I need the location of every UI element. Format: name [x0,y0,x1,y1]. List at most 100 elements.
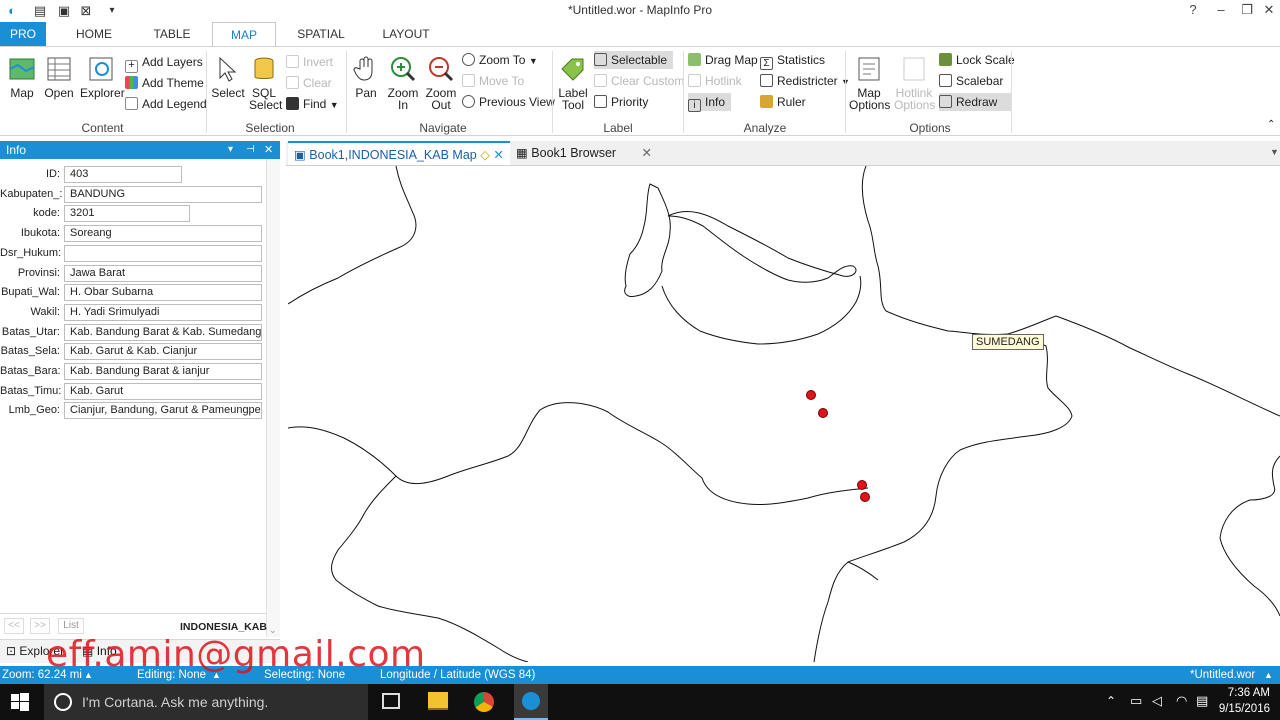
mapinfo-taskbar-button[interactable] [514,684,548,720]
prev-record-button[interactable]: << [4,618,24,634]
add-legend-button[interactable]: Add Legend [125,95,207,113]
zoom-in-icon [391,57,416,82]
field-label: Ibukota: [20,227,60,240]
status-workspace[interactable]: *Untitled.wor [1190,666,1255,684]
map-button[interactable]: Map [4,55,40,99]
keyboard-icon[interactable]: ▤ [1196,693,1208,709]
plus-icon: + [125,60,138,73]
help-icon[interactable]: ? [1180,2,1206,20]
tab-table[interactable]: TABLE [144,22,200,47]
lock-scale-button[interactable]: Lock Scale [939,51,1015,69]
sql-select-button[interactable]: SQL Select [246,55,282,111]
panel-close-icon[interactable]: ✕ [264,141,273,159]
label-tool-button[interactable]: Label Tool [556,55,590,111]
explorer-button[interactable]: Explorer [80,55,125,100]
map-points[interactable] [806,390,870,502]
selectable-button[interactable]: Selectable [594,51,674,69]
add-theme-button[interactable]: Add Theme [125,74,204,92]
field-value[interactable]: Kab. Bandung Barat & Kab. Sumedang [64,323,262,341]
redraw-label: Redraw [956,95,998,109]
previous-view-button[interactable]: Previous View [462,93,555,111]
tab-layout[interactable]: LAYOUT [376,22,436,47]
next-record-button[interactable]: >> [30,618,50,634]
open-button[interactable]: Open [42,55,76,99]
hotlink-options-button[interactable]: Hotlink Options [892,55,936,111]
tab-spatial[interactable]: SPATIAL [290,22,352,47]
field-value[interactable]: Cianjur, Bandung, Garut & Pameungpeuk, S [64,402,262,420]
chrome-icon[interactable] [474,692,494,712]
wifi-icon[interactable]: ◠ [1176,693,1187,709]
map-options-label: Map Options [849,86,891,112]
boundary-line [1219,455,1280,617]
zoom-to-button[interactable]: Zoom To ▼ [462,51,538,69]
pin-icon[interactable]: ⊣ [246,141,255,159]
field-value[interactable]: Soreang [64,225,262,243]
field-value[interactable]: Kab. Garut [64,382,262,400]
task-view-icon[interactable] [382,693,400,709]
select-button[interactable]: Select [210,55,246,99]
invert-button[interactable]: Invert [286,53,333,71]
explorer-label: Explorer [80,86,125,100]
map-canvas[interactable] [288,166,1280,662]
zoom-out-button[interactable]: Zoom Out [424,55,458,111]
field-value[interactable]: 403 [64,166,182,183]
tab-map[interactable]: MAP [212,22,276,47]
field-value[interactable]: BANDUNG [64,185,262,203]
field-value[interactable]: 3201 [64,205,190,223]
clock-date[interactable]: 9/15/2016 [1218,703,1270,715]
tab-pro[interactable]: PRO [0,22,46,47]
close-button[interactable]: ✕ [1256,2,1280,20]
clear-custom-button[interactable]: Clear Custom [594,72,684,90]
minimize-button[interactable]: – [1208,2,1234,20]
clear-button[interactable]: Clear [286,74,332,92]
find-button[interactable]: Find ▼ [286,95,339,113]
add-layers-label: Add Layers [142,55,203,69]
doc-tab-map[interactable]: ▣ Book1,INDONESIA_KAB Map ◇ ✕ [288,141,510,165]
status-workspace-up-icon[interactable]: ▲ [1264,666,1273,684]
move-to-button[interactable]: Move To [462,72,524,90]
map-window-icon: ▣ [294,148,306,162]
tab-close-icon[interactable]: ✕ [642,146,652,160]
tabs-dropdown-icon[interactable]: ▼ [1270,147,1279,157]
add-layers-button[interactable]: + Add Layers [125,53,203,73]
battery-icon[interactable]: ▭ [1130,693,1142,709]
map-options-button[interactable]: Map Options [848,55,890,111]
pan-button[interactable]: Pan [350,55,382,99]
volume-icon[interactable]: ◁ [1152,693,1162,709]
field-label: Batas_Utar: [1,325,60,338]
drag-map-button[interactable]: Drag Map [688,51,758,69]
move-to-icon [462,74,475,87]
map-window[interactable]: SUMEDANG [288,166,1280,662]
scalebar-button[interactable]: Scalebar [939,72,1003,90]
panel-dropdown-icon[interactable]: ▾ [228,141,233,159]
list-button[interactable]: List [58,618,84,634]
field-value[interactable] [64,244,262,262]
redraw-button[interactable]: Redraw [939,93,1012,111]
tab-close-icon[interactable]: ✕ [493,148,503,162]
statistics-button[interactable]: Σ Statistics [760,51,825,70]
field-value[interactable]: H. Obar Subarna [64,284,262,302]
cortana-search-box[interactable]: I'm Cortana. Ask me anything. [44,684,368,720]
hotlink-button[interactable]: Hotlink [688,72,742,90]
ruler-button[interactable]: Ruler [760,93,806,111]
collapse-ribbon-icon[interactable]: ⌃ [1267,119,1275,130]
show-hidden-icons-icon[interactable]: ⌃ [1106,694,1116,708]
field-value[interactable]: Jawa Barat [64,264,262,282]
doc-tab-browser[interactable]: ▦ Book1 Browser ✕ [514,141,654,165]
file-explorer-icon[interactable] [428,692,448,710]
ribbon-tabs: PRO HOME TABLE MAP SPATIAL LAYOUT [0,22,1280,47]
zoom-in-button[interactable]: Zoom In [386,55,420,111]
tab-home[interactable]: HOME [66,22,122,47]
field-value[interactable]: Kab. Garut & Kab. Cianjur [64,343,262,361]
priority-button[interactable]: Priority [594,93,648,111]
info-panel-header: Info ▾ ⊣ ✕ [0,141,280,159]
redistricter-button[interactable]: Redistricter ▼ [760,72,850,90]
info-panel-scrollbar[interactable]: ⌄ [266,159,280,637]
group-label-selection: Selection [245,121,295,135]
cortana-placeholder: I'm Cortana. Ask me anything. [82,694,269,710]
windows-start-icon[interactable] [10,692,30,712]
field-value[interactable]: Kab. Bandung Barat & ianjur [64,363,262,380]
field-value[interactable]: H. Yadi Srimulyadi [64,303,262,321]
clock-time[interactable]: 7:36 AM [1222,687,1270,699]
info-tool-button[interactable]: i Info [688,93,732,112]
